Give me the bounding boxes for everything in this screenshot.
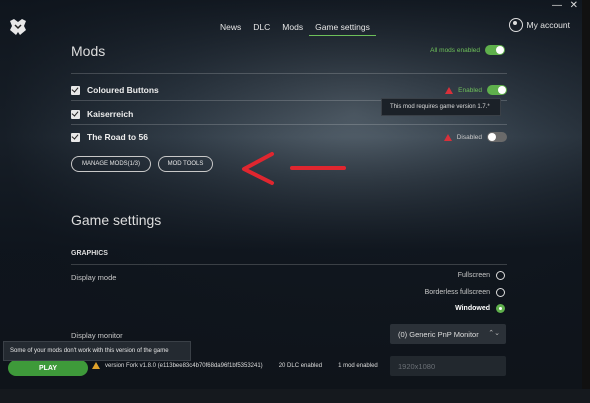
- mod-toggle[interactable]: [487, 132, 507, 142]
- mod-tools-button[interactable]: MOD TOOLS: [158, 156, 213, 172]
- resolution-select[interactable]: 1920x1080: [390, 356, 506, 376]
- main-nav: News DLC Mods Game settings: [214, 19, 376, 36]
- radio-button[interactable]: [496, 288, 505, 297]
- mods-divider: [71, 73, 507, 74]
- manage-mods-button[interactable]: MANAGE MODS(1/3): [71, 156, 151, 172]
- chevron-updown-icon: ⌃⌄: [488, 330, 500, 337]
- warning-icon: [92, 362, 100, 369]
- option-label: Windowed: [455, 305, 490, 312]
- graphics-divider: [71, 264, 507, 265]
- play-button[interactable]: PLAY: [8, 360, 88, 376]
- all-mods-label: All mods enabled: [430, 46, 480, 54]
- all-mods-toggle-row: All mods enabled: [430, 45, 505, 55]
- warning-icon: [445, 86, 454, 94]
- display-monitor-label: Display monitor: [71, 331, 123, 340]
- user-icon: [508, 18, 523, 32]
- annotation-arrow-icon: [242, 152, 346, 185]
- all-mods-toggle[interactable]: [485, 45, 505, 55]
- close-button[interactable]: ✕: [570, 0, 578, 11]
- mod-version-tooltip: This mod requires game version 1.7.*: [381, 98, 501, 116]
- mod-name: Kaiserreich: [87, 109, 134, 119]
- mod-status: Disabled: [443, 132, 507, 142]
- display-mode-windowed[interactable]: Windowed: [455, 304, 505, 313]
- option-label: Fullscreen: [457, 272, 490, 279]
- option-label: Borderless fullscreen: [424, 289, 490, 296]
- radio-button-selected[interactable]: [496, 304, 505, 313]
- mod-checkbox[interactable]: [71, 85, 80, 95]
- paradox-logo-icon: [10, 19, 26, 35]
- mod-name: The Road to 56: [87, 132, 148, 142]
- mod-name: Coloured Buttons: [87, 85, 159, 95]
- status-footer: version Fork v1.8.0 (e113bee83c4b70f68da…: [92, 362, 378, 369]
- display-monitor-select[interactable]: (0) Generic PnP Monitor ⌃⌄: [390, 324, 506, 344]
- nav-news[interactable]: News: [214, 19, 247, 36]
- graphics-section-title: GRAPHICS: [71, 250, 108, 257]
- minimize-button[interactable]: —: [552, 0, 562, 11]
- version-text: version Fork v1.8.0 (e113bee83c4b70f68da…: [105, 362, 263, 369]
- nav-dlc[interactable]: DLC: [247, 19, 276, 36]
- nav-game-settings[interactable]: Game settings: [309, 19, 376, 36]
- radio-button[interactable]: [496, 271, 505, 280]
- game-settings-title: Game settings: [71, 212, 162, 228]
- mod-status-label: Disabled: [456, 133, 482, 141]
- dlc-count: 20 DLC enabled: [278, 362, 323, 369]
- mod-checkbox[interactable]: [71, 132, 80, 142]
- display-mode-fullscreen[interactable]: Fullscreen: [458, 271, 505, 280]
- account-button[interactable]: My account: [508, 18, 570, 32]
- mods-warning-tooltip: Some of your mods don't work with this v…: [3, 341, 191, 361]
- mod-status-label: Enabled: [458, 86, 482, 94]
- select-value: (0) Generic PnP Monitor: [398, 329, 479, 339]
- mod-toggle[interactable]: [487, 85, 507, 95]
- mod-row-coloured-buttons: Coloured Buttons Enabled: [71, 83, 507, 97]
- nav-mods[interactable]: Mods: [276, 19, 309, 36]
- display-mode-borderless[interactable]: Borderless fullscreen: [425, 288, 505, 297]
- mods-count: 1 mod enabled: [338, 362, 378, 369]
- account-label: My account: [526, 20, 570, 30]
- mod-checkbox[interactable]: [71, 109, 80, 119]
- display-mode-label: Display mode: [71, 273, 117, 282]
- mods-title: Mods: [71, 43, 106, 59]
- mod-status: Enabled: [445, 85, 507, 95]
- mod-row-road-to-56: The Road to 56 Disabled: [71, 130, 507, 144]
- window-frame-bottom: [0, 389, 590, 403]
- select-value: 1920x1080: [398, 361, 436, 371]
- window-frame-right: [582, 0, 590, 403]
- top-bar: News DLC Mods Game settings My account: [0, 14, 582, 40]
- warning-icon: [443, 133, 452, 141]
- mod-divider: [71, 124, 507, 125]
